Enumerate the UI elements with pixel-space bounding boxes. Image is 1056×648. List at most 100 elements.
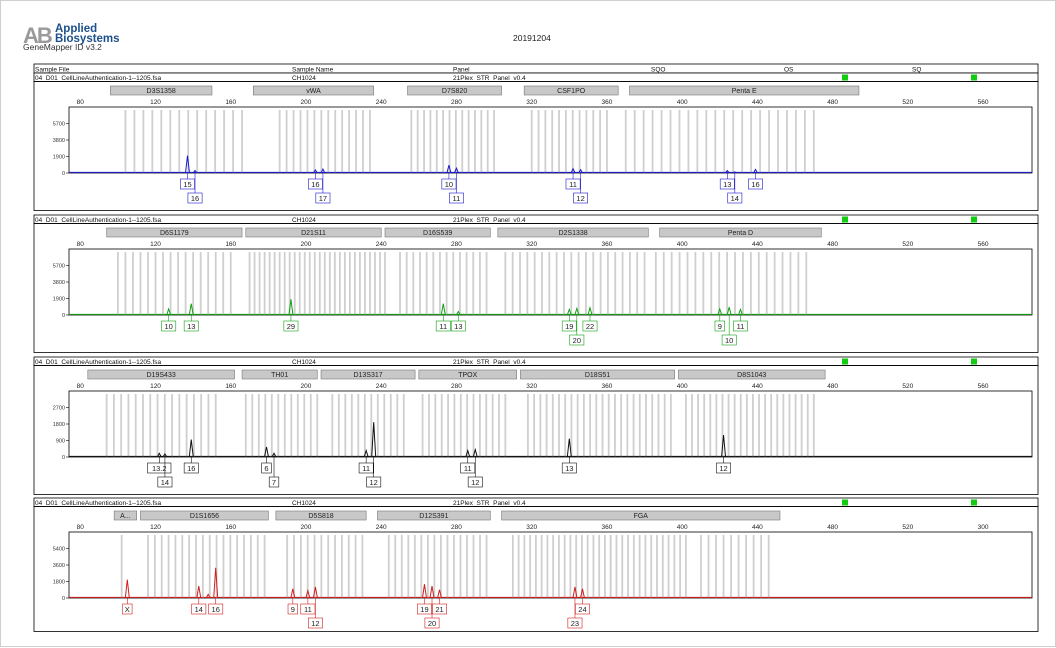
allele-bin [558,110,560,173]
allele-bin [530,110,533,173]
sq-quality-flag [971,74,977,81]
allele-bin [795,110,797,173]
allele-bin [214,110,217,173]
x-tick-label: 320 [526,99,537,106]
plot-area [68,531,1033,599]
sq-quality-flag [971,216,977,223]
allele-bin [800,394,803,457]
allele-bin [669,394,672,457]
allele-bin [545,394,548,457]
allele-bin [434,394,437,457]
column-header-sample-file: Sample File [35,67,70,74]
allele-bin [615,535,618,598]
allele-bin [781,252,784,315]
allele-bin [445,252,448,315]
allele-bin [709,394,712,457]
allele-bin [685,535,687,598]
allele-bin [117,252,119,315]
os-quality-flag [842,216,848,223]
allele-bin [752,394,754,457]
allele-bin [249,535,252,598]
allele-bin [643,252,646,315]
sample-name: CH1024 [292,75,316,82]
allele-bin [461,110,464,173]
x-tick-label: 280 [451,241,462,248]
allele-bin [459,535,462,598]
allele-bin [472,252,475,315]
marker-label: Penta E [732,88,757,95]
x-tick-label: 400 [677,99,688,106]
allele-call: 13 [565,464,573,473]
allele-bin [714,110,717,173]
allele-bin [399,252,401,315]
allele-bin [331,394,334,457]
allele-bin [491,394,494,457]
allele-bin [142,394,144,457]
allele-bin [551,110,554,173]
x-tick-label: 200 [301,99,312,106]
allele-bin [609,535,612,598]
allele-bin [794,394,797,457]
allele-bin [592,252,595,315]
x-tick-label: 120 [150,383,161,390]
allele-bin [396,394,399,457]
allele-bin [178,110,181,173]
allele-bin [112,394,115,457]
allele-bin [758,394,760,457]
allele-bin [160,110,163,173]
allele-bin [741,110,744,173]
x-tick-label: 240 [376,99,387,106]
x-tick-label: 160 [225,524,236,531]
allele-bin [466,394,469,457]
allele-bin [718,252,721,315]
allele-bin [306,110,309,173]
column-header-sample-name: Sample Name [292,67,334,74]
allele-bin [702,252,705,315]
allele-bin [169,252,172,315]
allele-bin [306,535,309,598]
allele-bin [439,252,441,315]
x-tick-label: 160 [225,383,236,390]
allele-bin [207,252,210,315]
allele-bin [199,252,202,315]
allele-bin [627,535,629,598]
allele-bin [715,535,717,598]
allele-bin [651,394,654,457]
allele-bin [334,110,337,173]
allele-bin [432,252,435,315]
x-tick-label: 440 [752,241,763,248]
allele-bin [283,394,286,457]
allele-bin [614,252,617,315]
allele-bin [782,394,785,457]
sample-info-row [33,72,1039,82]
allele-bin [355,110,357,173]
allele-bin [244,394,247,457]
y-tick-label: 1900 [53,155,65,161]
allele-bin [320,535,323,598]
allele-bin [348,252,351,315]
allele-bin [745,535,748,598]
allele-bin [290,394,293,457]
allele-bin [685,394,687,457]
allele-bin [124,110,127,173]
allele-bin [578,110,581,173]
allele-call: X [125,605,130,614]
allele-bin [730,535,732,598]
allele-call: 22 [586,322,594,331]
allele-bin [423,110,425,173]
allele-bin [776,394,779,457]
allele-bin [519,252,521,315]
allele-bin [760,535,763,598]
allele-bin [523,535,526,598]
allele-bin [670,252,673,315]
allele-bin [533,252,536,315]
allele-call: 9 [718,322,722,331]
allele-bin [374,252,376,315]
allele-bin [765,252,768,315]
allele-bin [529,535,532,598]
allele-bin [442,110,445,173]
allele-bin [628,252,631,315]
allele-bin [511,535,514,598]
x-tick-label: 480 [827,383,838,390]
allele-bin [632,535,635,598]
